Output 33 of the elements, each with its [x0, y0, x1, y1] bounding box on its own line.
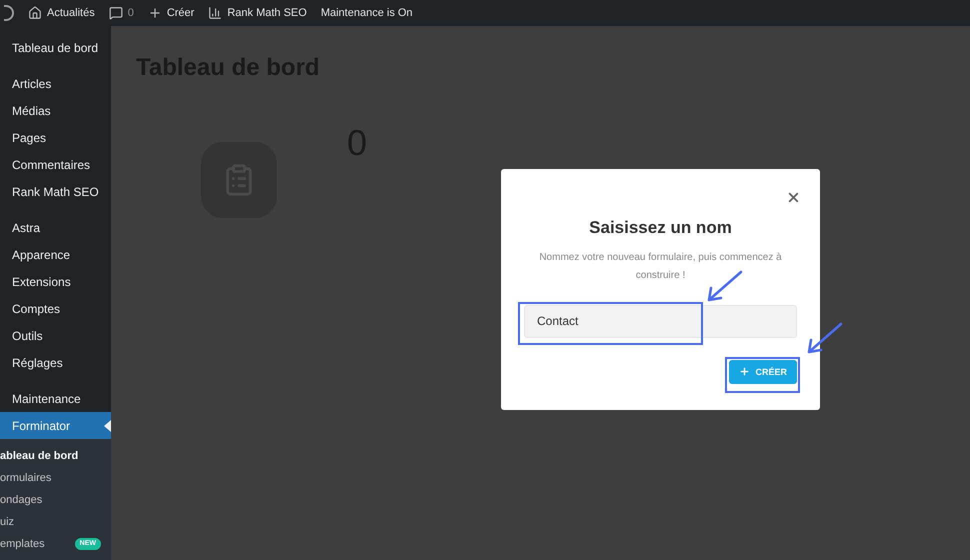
- submenu-item[interactable]: ableau de bord: [0, 445, 111, 467]
- sidebar-item[interactable]: Réglages: [0, 349, 111, 376]
- submenu-item[interactable]: ondages: [0, 489, 111, 511]
- sidebar-item[interactable]: Outils: [0, 322, 111, 349]
- sidebar-item[interactable]: Astra: [0, 214, 111, 241]
- annotation-arrow-icon: [805, 322, 843, 356]
- sidebar-item[interactable]: Commentaires: [0, 151, 111, 178]
- top-bar-link[interactable]: 0: [108, 4, 134, 22]
- sidebar-item[interactable]: Rank Math SEO: [0, 178, 111, 205]
- submenu-item[interactable]: ormulaires: [0, 467, 111, 489]
- sidebar-item[interactable]: Maintenance: [0, 385, 111, 412]
- sidebar-item[interactable]: Forminator: [0, 412, 111, 439]
- sidebar-item[interactable]: Apparence: [0, 241, 111, 268]
- sidebar-item[interactable]: Extensions: [0, 268, 111, 295]
- annotation-arrow-icon: [705, 270, 743, 304]
- modal-title: Saisissez un nom: [589, 217, 732, 239]
- sidebar-item[interactable]: Pages: [0, 124, 111, 151]
- top-bar-link[interactable]: Maintenance is On: [320, 4, 413, 22]
- top-bar-link[interactable]: Créer: [148, 4, 194, 22]
- top-bar-link[interactable]: Rank Math SEO: [208, 4, 307, 22]
- sidebar-item[interactable]: Médias: [0, 97, 111, 124]
- sidebar-item[interactable]: Tableau de bord: [0, 34, 111, 61]
- top-bar-link[interactable]: Actualités: [28, 4, 95, 22]
- sidebar-item[interactable]: Comptes: [0, 295, 111, 322]
- bar-chart-icon: [208, 6, 222, 20]
- plus-icon: [148, 6, 162, 20]
- submenu-item[interactable]: uiz: [0, 511, 111, 533]
- modal-description: Nommez votre nouveau formulaire, puis commencez à construire !: [538, 250, 783, 282]
- comment-icon: [108, 6, 123, 20]
- home-icon: [28, 6, 42, 20]
- name-input-field[interactable]: Contact: [524, 304, 797, 338]
- plus-icon: [739, 366, 750, 377]
- sidebar-item[interactable]: Articles: [0, 70, 111, 97]
